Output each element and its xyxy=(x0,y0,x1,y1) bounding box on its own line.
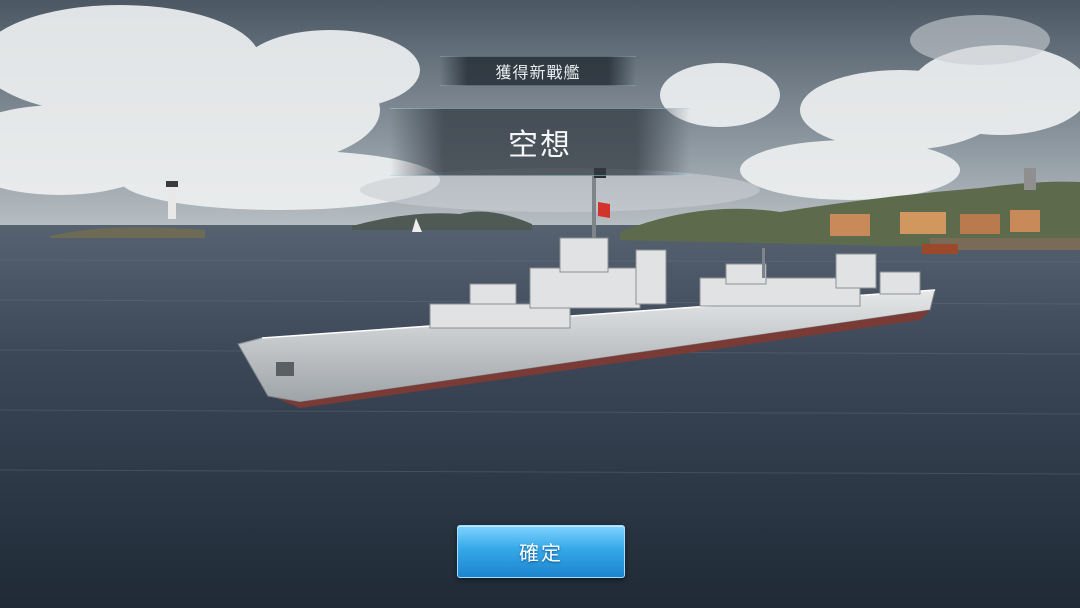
confirm-label: 確定 xyxy=(519,541,563,565)
header-banner: 獲得新戰艦 xyxy=(440,56,636,86)
lighthouse xyxy=(168,185,176,219)
game-scene xyxy=(0,0,1080,608)
ship-name: 空想 xyxy=(508,128,572,163)
ship-name-banner: 空想 xyxy=(390,108,690,176)
header-title: 獲得新戰艦 xyxy=(495,63,581,82)
confirm-button[interactable]: 確定 xyxy=(457,525,625,578)
tugboat xyxy=(922,244,958,254)
